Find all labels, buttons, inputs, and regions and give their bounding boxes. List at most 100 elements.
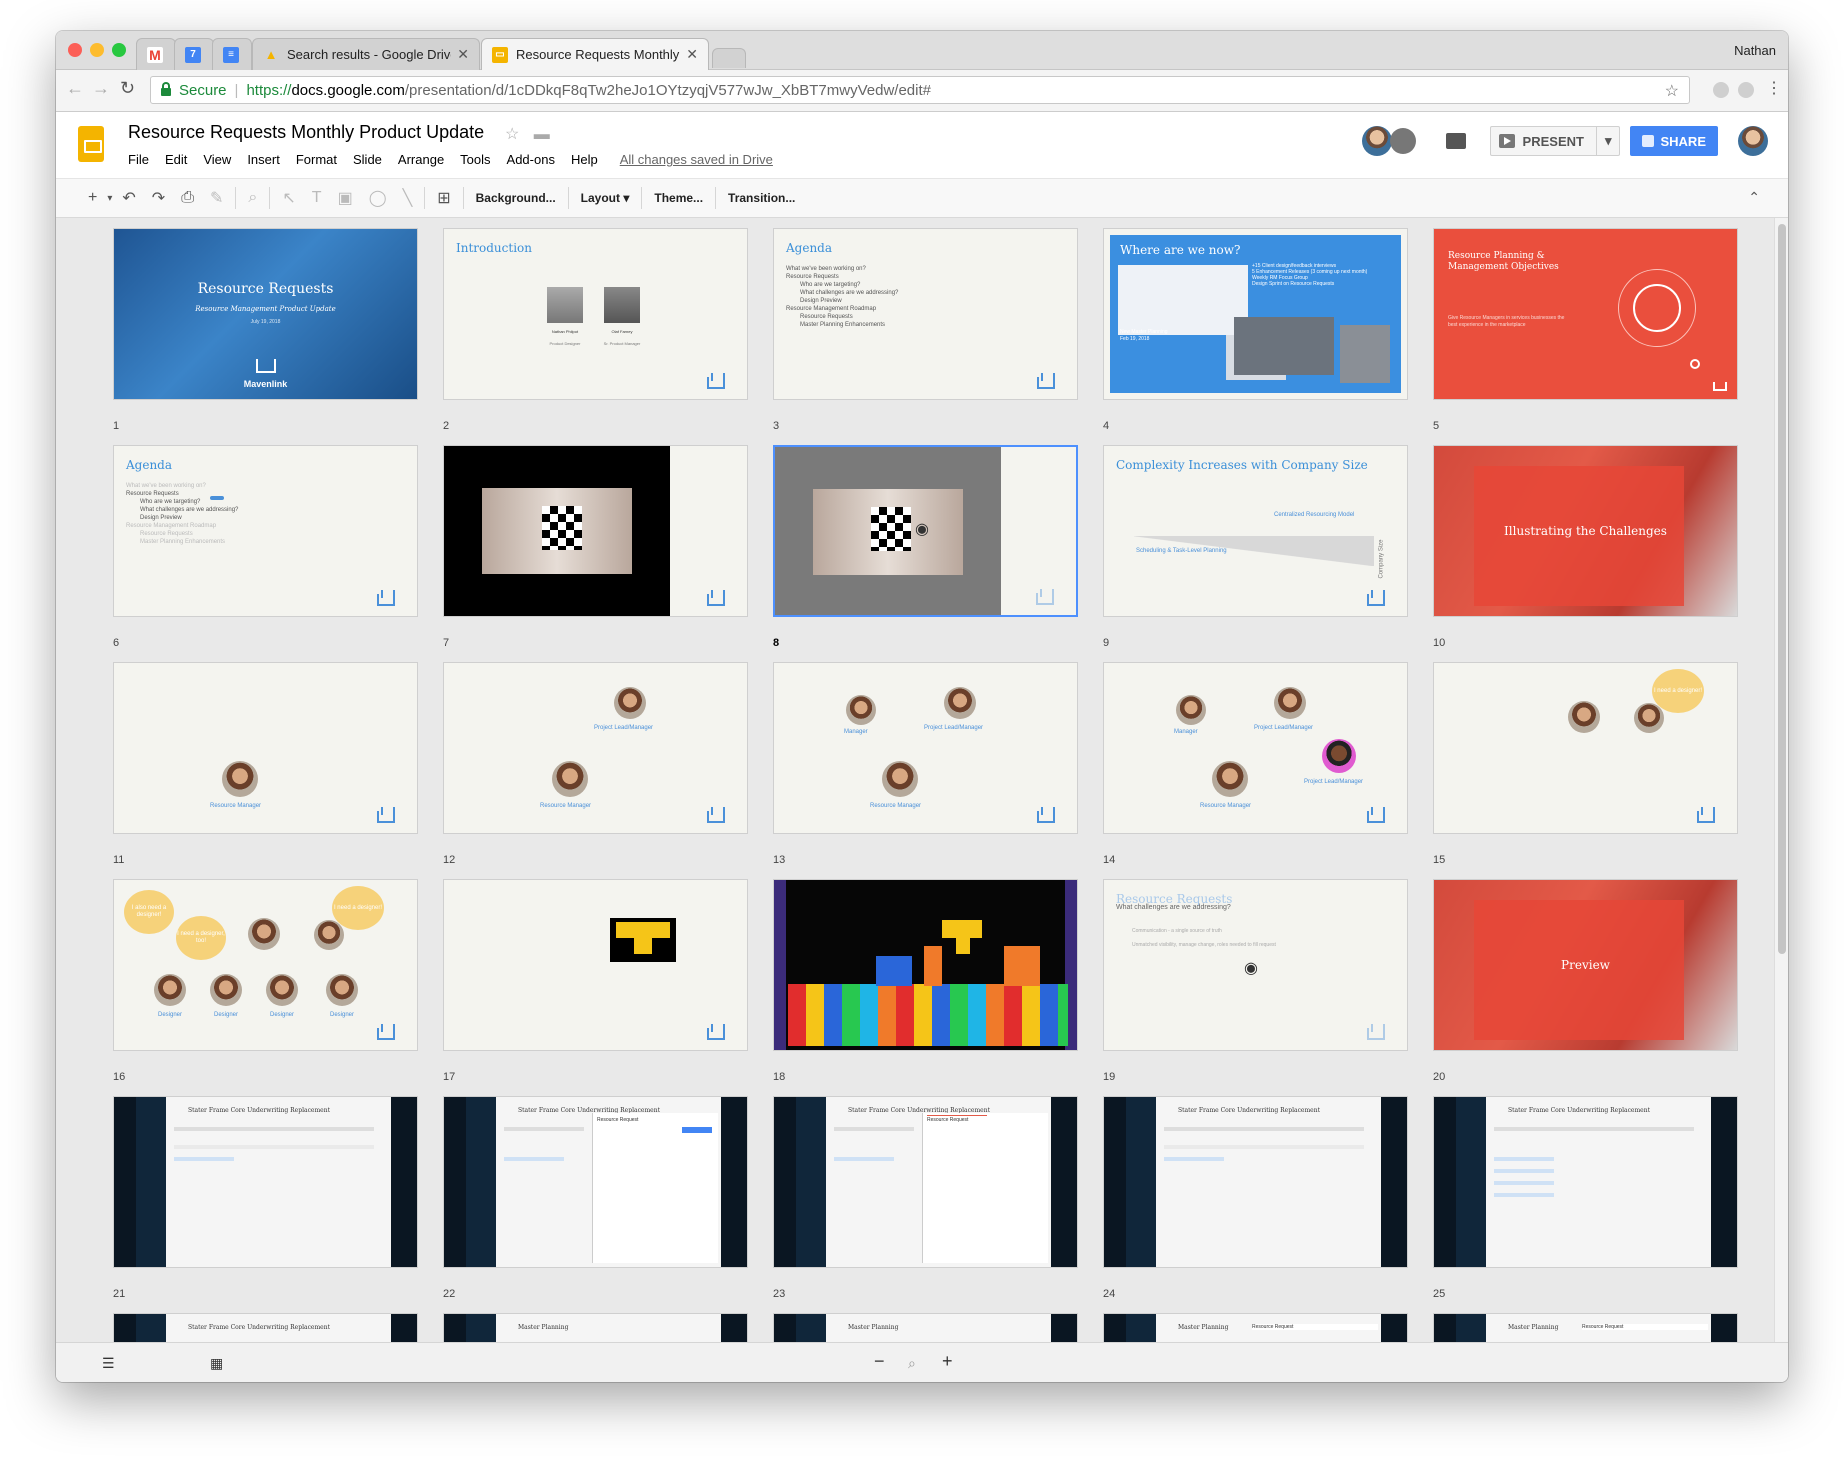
slide-thumbnail-2[interactable]: Introduction Nathan Philpot Product Desi…	[443, 228, 748, 400]
tab-docs[interactable]: ≡	[212, 38, 252, 70]
zoom-icon[interactable]: ⌕	[240, 189, 265, 207]
menu-icon[interactable]: ⋮	[1766, 78, 1782, 98]
present-dropdown-icon[interactable]: ▾	[1597, 133, 1620, 149]
menu-view[interactable]: View	[203, 152, 231, 167]
menu-slide[interactable]: Slide	[353, 152, 382, 167]
menu-help[interactable]: Help	[571, 152, 598, 167]
slide-thumbnail-25[interactable]: Stater Frame Core Underwriting Replaceme…	[1433, 1096, 1738, 1268]
menu-arrange[interactable]: Arrange	[398, 152, 444, 167]
theme-button[interactable]: Theme...	[646, 191, 711, 205]
reload-icon[interactable]: ↻	[120, 78, 135, 99]
slide-thumbnail-4[interactable]: Where are we now? +15 Client design/feed…	[1103, 228, 1408, 400]
slides-logo-icon[interactable]	[78, 126, 104, 162]
collaborator-avatar[interactable]	[1361, 126, 1392, 156]
background-button[interactable]: Background...	[468, 191, 564, 205]
tab-google-drive[interactable]: ▲ Search results - Google Drive ✕	[252, 38, 480, 70]
menu-insert[interactable]: Insert	[247, 152, 280, 167]
slide-thumbnail-8[interactable]: ◉	[773, 445, 1078, 617]
slide-thumbnail-13[interactable]: Manager Project Lead/Manager Resource Ma…	[773, 662, 1078, 834]
bookmark-star-icon[interactable]: ☆	[1665, 81, 1679, 101]
user-avatar[interactable]	[1738, 126, 1768, 156]
comment-add-icon[interactable]: ⊞	[429, 188, 458, 208]
print-icon[interactable]: ⎙	[173, 189, 202, 207]
vertical-scrollbar[interactable]	[1774, 218, 1788, 1376]
select-icon[interactable]: ↖	[274, 188, 303, 208]
slide-thumbnail-3[interactable]: Agenda What we've been working on? Resou…	[773, 228, 1078, 400]
filmstrip-view-icon[interactable]: ☰	[102, 1355, 115, 1372]
extension-icon[interactable]	[1738, 82, 1754, 98]
slide-thumbnail-22[interactable]: Stater Frame Core Underwriting Replaceme…	[443, 1096, 748, 1268]
chat-icon[interactable]	[1389, 128, 1416, 154]
menu-format[interactable]: Format	[296, 152, 337, 167]
url-input[interactable]: Secure | https:// docs.google.com /prese…	[150, 76, 1690, 104]
maximize-window-button[interactable]	[112, 43, 126, 57]
slide-thumbnail-17[interactable]	[443, 879, 748, 1051]
menu-addons[interactable]: Add-ons	[507, 152, 555, 167]
zoom-icon[interactable]: ⌕	[908, 1355, 916, 1372]
mavenlink-logo-icon	[707, 811, 725, 823]
slide-thumbnail-23[interactable]: Stater Frame Core Underwriting Replaceme…	[773, 1096, 1078, 1268]
shape-icon[interactable]: ◯	[361, 188, 395, 208]
secure-label: Secure	[179, 81, 227, 99]
slide-thumbnail-5[interactable]: Resource Planning & Management Objective…	[1433, 228, 1738, 400]
star-icon[interactable]: ☆	[505, 126, 519, 143]
profile-name[interactable]: Nathan	[1734, 43, 1776, 58]
grid-view-icon[interactable]: ▦	[210, 1355, 223, 1372]
slide-number: 12	[443, 854, 456, 866]
share-button[interactable]: SHARE	[1630, 126, 1718, 156]
slide-thumbnail-6[interactable]: Agenda What we've been working on? Resou…	[113, 445, 418, 617]
tab-gmail[interactable]: M	[136, 38, 176, 70]
slide-thumbnail-7[interactable]	[443, 445, 748, 617]
extension-icon[interactable]	[1713, 82, 1729, 98]
hidden-slide-icon: ◉	[1244, 960, 1258, 977]
checkerboard-graphic	[542, 506, 582, 550]
close-tab-icon[interactable]: ✕	[680, 46, 698, 63]
slide-thumbnail-24[interactable]: Stater Frame Core Underwriting Replaceme…	[1103, 1096, 1408, 1268]
save-status[interactable]: All changes saved in Drive	[620, 152, 773, 167]
paint-format-icon[interactable]: ✎	[202, 188, 231, 208]
slide-thumbnail-14[interactable]: Manager Project Lead/Manager Resource Ma…	[1103, 662, 1408, 834]
forward-icon[interactable]: →	[92, 78, 110, 99]
tab-calendar[interactable]: 7	[174, 38, 214, 70]
minimize-window-button[interactable]	[90, 43, 104, 57]
redo-icon[interactable]: ↷	[144, 188, 173, 208]
line-icon[interactable]: ╲	[395, 188, 421, 208]
person-avatar	[1568, 701, 1600, 733]
folder-icon[interactable]: ▬	[534, 126, 550, 143]
close-window-button[interactable]	[68, 43, 82, 57]
slide-thumbnail-18[interactable]	[773, 879, 1078, 1051]
slide-thumbnail-21[interactable]: Stater Frame Core Underwriting Replaceme…	[113, 1096, 418, 1268]
slide-thumbnail-12[interactable]: Project Lead/Manager Resource Manager	[443, 662, 748, 834]
menu-edit[interactable]: Edit	[165, 152, 187, 167]
document-title[interactable]: Resource Requests Monthly Product Update	[128, 122, 484, 143]
new-slide-dropdown-icon[interactable]: ▾	[105, 193, 114, 204]
layout-button[interactable]: Layout ▾	[573, 191, 638, 205]
scrollbar-thumb[interactable]	[1778, 224, 1786, 954]
undo-icon[interactable]: ↶	[114, 188, 143, 208]
comments-icon[interactable]	[1445, 133, 1466, 149]
slide-thumbnail-20[interactable]: Preview	[1433, 879, 1738, 1051]
transition-button[interactable]: Transition...	[720, 191, 803, 205]
textbox-icon[interactable]: T	[304, 189, 330, 207]
slide-thumbnail-19[interactable]: Resource Requests What challenges are we…	[1103, 879, 1408, 1051]
slide-thumbnail-16[interactable]: I also need a designer! I need a designe…	[113, 879, 418, 1051]
slide-thumbnail-11[interactable]: Resource Manager	[113, 662, 418, 834]
tab-resource-requests[interactable]: ▭ Resource Requests Monthly Product Upda…	[481, 38, 709, 70]
resource-request-panel: Resource Request	[592, 1113, 718, 1263]
menu-file[interactable]: File	[128, 152, 149, 167]
back-icon[interactable]: ←	[66, 78, 84, 99]
new-slide-icon[interactable]: +	[80, 189, 105, 207]
image-icon[interactable]: ▣	[330, 188, 361, 208]
new-tab-button[interactable]	[712, 48, 746, 68]
collapse-toolbar-icon[interactable]: ⌃	[1748, 189, 1760, 206]
menu-tools[interactable]: Tools	[460, 152, 490, 167]
close-tab-icon[interactable]: ✕	[451, 46, 469, 63]
slide-thumbnail-1[interactable]: Resource Requests Resource Management Pr…	[113, 228, 418, 400]
present-button[interactable]: PRESENT ▾	[1489, 126, 1621, 156]
zoom-out-icon[interactable]: −	[874, 1351, 885, 1372]
slide-thumbnail-10[interactable]: Illustrating the Challenges	[1433, 445, 1738, 617]
person-avatar	[614, 687, 646, 719]
slide-thumbnail-15[interactable]: I need a designer!	[1433, 662, 1738, 834]
zoom-in-icon[interactable]: +	[942, 1351, 953, 1372]
slide-thumbnail-9[interactable]: Complexity Increases with Company Size S…	[1103, 445, 1408, 617]
